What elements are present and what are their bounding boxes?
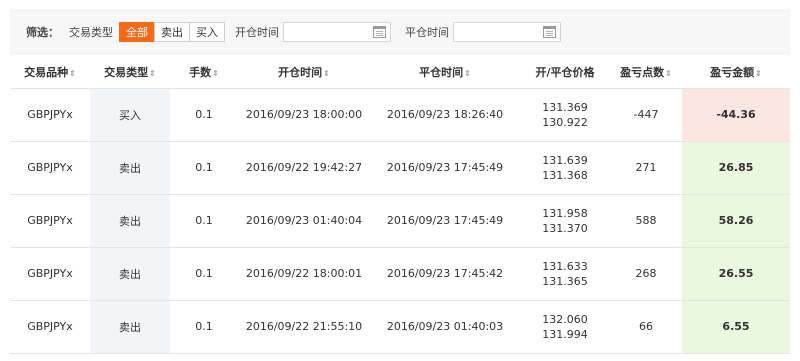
open-price: 131.369 — [542, 100, 588, 114]
cell-open-time: 2016/09/22 18:00:01 — [238, 247, 370, 301]
cell-price: 131.633 131.365 — [520, 247, 610, 301]
cell-lots: 0.1 — [170, 194, 238, 248]
sort-icon: ⇕ — [755, 68, 762, 78]
cell-amount: 58.26 — [682, 194, 790, 248]
header-lots[interactable]: 手数⇕ — [170, 56, 238, 89]
cell-open-time: 2016/09/22 21:55:10 — [238, 300, 370, 354]
cell-close-time: 2016/09/23 18:26:40 — [370, 88, 520, 142]
cell-amount: 6.55 — [682, 300, 790, 354]
filter-label: 筛选： — [26, 26, 59, 39]
cell-points: -447 — [610, 88, 682, 142]
cell-lots: 0.1 — [170, 88, 238, 142]
filter-bar: 筛选： 交易类型 全部 卖出 买入 开仓时间 平仓时间 — [10, 10, 790, 54]
header-close-time[interactable]: 平仓时间⇕ — [370, 56, 520, 89]
cell-price: 131.639 131.368 — [520, 141, 610, 195]
cell-symbol: GBPJPYx — [10, 141, 90, 195]
sort-icon: ⇕ — [665, 68, 672, 78]
cell-price: 132.060 131.994 — [520, 300, 610, 354]
trade-type-toggle: 全部 卖出 买入 — [119, 22, 225, 42]
header-amount[interactable]: 盈亏金额⇕ — [682, 56, 790, 89]
cell-open-time: 2016/09/22 19:42:27 — [238, 141, 370, 195]
open-price: 131.633 — [542, 259, 588, 273]
close-price: 131.365 — [542, 274, 588, 288]
cell-points: 268 — [610, 247, 682, 301]
cell-amount: 26.85 — [682, 141, 790, 195]
sort-icon: ⇕ — [323, 68, 330, 78]
sort-icon: ⇕ — [464, 68, 471, 78]
cell-amount: 26.55 — [682, 247, 790, 301]
cell-points: 588 — [610, 194, 682, 248]
close-time-input[interactable] — [453, 22, 561, 42]
close-price: 130.922 — [542, 115, 588, 129]
table-row: GBPJPYx 卖出 0.1 2016/09/22 21:55:10 2016/… — [10, 300, 790, 354]
table-header-row: 交易品种⇕ 交易类型⇕ 手数⇕ 开仓时间⇕ 平仓时间⇕ 开/平仓价格 盈亏点数⇕… — [10, 56, 790, 89]
cell-symbol: GBPJPYx — [10, 194, 90, 248]
table-row: GBPJPYx 买入 0.1 2016/09/23 18:00:00 2016/… — [10, 88, 790, 142]
cell-lots: 0.1 — [170, 300, 238, 354]
cell-close-time: 2016/09/23 17:45:49 — [370, 194, 520, 248]
sort-icon: ⇕ — [69, 68, 76, 78]
close-time-label: 平仓时间 — [405, 26, 449, 39]
close-price: 131.994 — [542, 327, 588, 341]
cell-price: 131.369 130.922 — [520, 88, 610, 142]
table-row: GBPJPYx 卖出 0.1 2016/09/23 01:40:04 2016/… — [10, 194, 790, 248]
table-row: GBPJPYx 卖出 0.1 2016/09/22 18:00:01 2016/… — [10, 247, 790, 301]
cell-price: 131.958 131.370 — [520, 194, 610, 248]
cell-symbol: GBPJPYx — [10, 300, 90, 354]
close-price: 131.370 — [542, 221, 588, 235]
header-type[interactable]: 交易类型⇕ — [90, 56, 170, 89]
cell-close-time: 2016/09/23 17:45:49 — [370, 141, 520, 195]
open-price: 131.639 — [542, 153, 588, 167]
cell-open-time: 2016/09/23 01:40:04 — [238, 194, 370, 248]
open-price: 131.958 — [542, 206, 588, 220]
cell-close-time: 2016/09/23 01:40:03 — [370, 300, 520, 354]
cell-open-time: 2016/09/23 18:00:00 — [238, 88, 370, 142]
sort-icon: ⇕ — [212, 68, 219, 78]
header-points[interactable]: 盈亏点数⇕ — [610, 56, 682, 89]
open-time-label: 开仓时间 — [235, 26, 279, 39]
cell-close-time: 2016/09/23 17:45:42 — [370, 247, 520, 301]
cell-points: 271 — [610, 141, 682, 195]
calendar-icon[interactable] — [373, 26, 386, 38]
header-open-time[interactable]: 开仓时间⇕ — [238, 56, 370, 89]
trade-type-label: 交易类型 — [69, 26, 113, 39]
cell-type: 买入 — [90, 88, 170, 142]
calendar-icon[interactable] — [543, 26, 556, 38]
close-price: 131.368 — [542, 168, 588, 182]
filter-sell-button[interactable]: 卖出 — [154, 22, 190, 42]
cell-type: 卖出 — [90, 141, 170, 195]
open-time-input[interactable] — [283, 22, 391, 42]
cell-points: 66 — [610, 300, 682, 354]
trade-history-table: 交易品种⇕ 交易类型⇕ 手数⇕ 开仓时间⇕ 平仓时间⇕ 开/平仓价格 盈亏点数⇕… — [10, 56, 790, 354]
cell-lots: 0.1 — [170, 247, 238, 301]
filter-buy-button[interactable]: 买入 — [189, 22, 225, 42]
cell-symbol: GBPJPYx — [10, 88, 90, 142]
cell-lots: 0.1 — [170, 141, 238, 195]
cell-type: 卖出 — [90, 194, 170, 248]
cell-amount: -44.36 — [682, 88, 790, 142]
sort-icon: ⇕ — [149, 68, 156, 78]
header-symbol[interactable]: 交易品种⇕ — [10, 56, 90, 89]
table-row: GBPJPYx 卖出 0.1 2016/09/22 19:42:27 2016/… — [10, 141, 790, 195]
header-price: 开/平仓价格 — [520, 56, 610, 89]
filter-all-button[interactable]: 全部 — [119, 22, 155, 42]
cell-type: 卖出 — [90, 300, 170, 354]
cell-symbol: GBPJPYx — [10, 247, 90, 301]
open-price: 132.060 — [542, 312, 588, 326]
cell-type: 卖出 — [90, 247, 170, 301]
